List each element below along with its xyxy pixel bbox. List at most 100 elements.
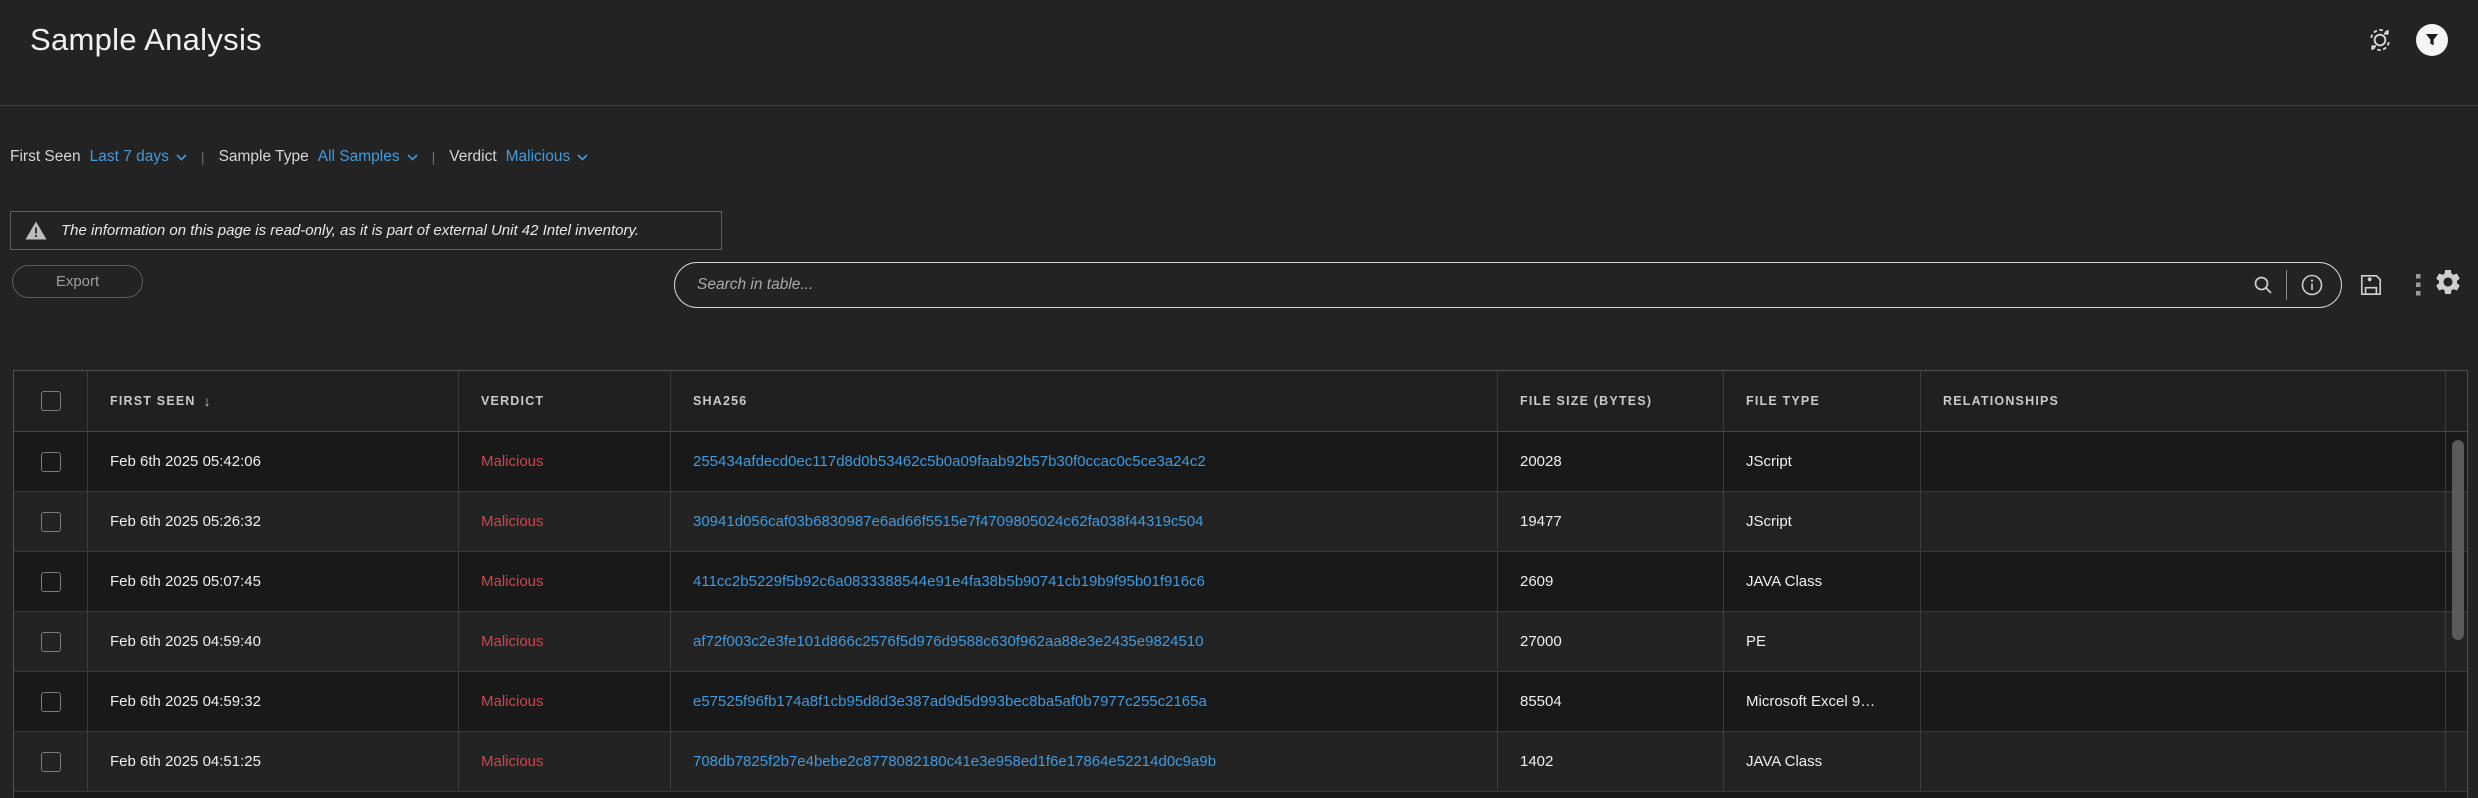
vertical-scrollbar-thumb[interactable] bbox=[2452, 440, 2464, 640]
cell-file-size: 1402 bbox=[1498, 732, 1724, 791]
read-only-notice: The information on this page is read-onl… bbox=[10, 211, 722, 250]
cell-verdict: Malicious bbox=[459, 492, 671, 551]
info-icon[interactable] bbox=[2299, 272, 2325, 298]
filter-label-sample-type: Sample Type bbox=[219, 148, 309, 166]
top-bar: Sample Analysis bbox=[0, 0, 2478, 106]
column-header-file-size[interactable]: File Size (Bytes) bbox=[1498, 371, 1724, 431]
chevron-down-icon bbox=[176, 154, 187, 161]
filter-label-first-seen: First Seen bbox=[10, 148, 81, 166]
cell-file-size: 27000 bbox=[1498, 612, 1724, 671]
table-row[interactable]: Feb 6th 2025 04:59:32 Malicious e57525f9… bbox=[14, 672, 2467, 732]
chevron-down-icon bbox=[407, 154, 418, 161]
kebab-menu-button[interactable] bbox=[2414, 272, 2422, 298]
search-input[interactable] bbox=[697, 276, 2252, 294]
funnel-icon bbox=[2425, 33, 2439, 47]
filter-avatar-button[interactable] bbox=[2416, 24, 2448, 56]
export-button[interactable]: Export bbox=[12, 265, 143, 298]
scrollbar-gutter-cell bbox=[2446, 732, 2469, 791]
cell-file-type: JScript bbox=[1746, 513, 1792, 530]
filter-label-verdict: Verdict bbox=[449, 148, 496, 166]
search-icon[interactable] bbox=[2252, 274, 2274, 296]
cell-verdict: Malicious bbox=[459, 432, 671, 491]
page-title: Sample Analysis bbox=[30, 22, 262, 58]
cell-file-size: 2609 bbox=[1498, 552, 1724, 611]
filter-separator: | bbox=[201, 149, 205, 165]
cell-relationships bbox=[1921, 492, 2446, 551]
partial-next-row bbox=[14, 792, 2467, 798]
cell-file-size: 20028 bbox=[1498, 432, 1724, 491]
cell-relationships bbox=[1921, 432, 2446, 491]
gear-icon bbox=[2433, 267, 2463, 297]
table-row[interactable]: Feb 6th 2025 05:42:06 Malicious 255434af… bbox=[14, 432, 2467, 492]
cell-verdict: Malicious bbox=[459, 732, 671, 791]
sha256-link[interactable]: 411cc2b5229f5b92c6a0833388544e91e4fa38b5… bbox=[693, 573, 1205, 590]
kebab-menu-icon bbox=[2414, 272, 2422, 298]
column-header-sha256[interactable]: SHA256 bbox=[671, 371, 1498, 431]
table-row[interactable]: Feb 6th 2025 05:26:32 Malicious 30941d05… bbox=[14, 492, 2467, 552]
table-settings-button[interactable] bbox=[2432, 266, 2464, 298]
cell-verdict: Malicious bbox=[459, 672, 671, 731]
cell-first-seen: Feb 6th 2025 05:07:45 bbox=[88, 552, 459, 611]
cell-relationships bbox=[1921, 552, 2446, 611]
row-checkbox[interactable] bbox=[41, 752, 61, 772]
cell-first-seen: Feb 6th 2025 05:42:06 bbox=[88, 432, 459, 491]
cell-relationships bbox=[1921, 732, 2446, 791]
samples-table: First Seen ↓ Verdict SHA256 File Size (B… bbox=[13, 370, 2468, 798]
column-header-verdict[interactable]: Verdict bbox=[459, 371, 671, 431]
sha256-link[interactable]: 255434afdecd0ec117d8d0b53462c5b0a09faab9… bbox=[693, 453, 1206, 470]
row-checkbox[interactable] bbox=[41, 512, 61, 532]
cell-relationships bbox=[1921, 672, 2446, 731]
sort-descending-icon: ↓ bbox=[204, 393, 211, 409]
filter-dropdown-verdict[interactable]: Malicious bbox=[506, 148, 589, 166]
chevron-down-icon bbox=[577, 154, 588, 161]
cell-first-seen: Feb 6th 2025 04:59:32 bbox=[88, 672, 459, 731]
table-row[interactable]: Feb 6th 2025 04:51:25 Malicious 708db782… bbox=[14, 732, 2467, 792]
sha256-link[interactable]: 30941d056caf03b6830987e6ad66f5515e7f4709… bbox=[693, 513, 1204, 530]
table-header-row: First Seen ↓ Verdict SHA256 File Size (B… bbox=[14, 371, 2467, 432]
cell-first-seen: Feb 6th 2025 04:51:25 bbox=[88, 732, 459, 791]
cell-file-type: JAVA Class bbox=[1746, 753, 1822, 770]
cell-file-size: 19477 bbox=[1498, 492, 1724, 551]
sync-button[interactable] bbox=[2366, 26, 2394, 54]
sample-analysis-page: Sample Analysis bbox=[0, 0, 2478, 798]
sha256-link[interactable]: 708db7825f2b7e4bebe2c8778082180c41e3e958… bbox=[693, 753, 1216, 770]
row-checkbox[interactable] bbox=[41, 452, 61, 472]
cell-file-size: 85504 bbox=[1498, 672, 1724, 731]
cell-verdict: Malicious bbox=[459, 552, 671, 611]
column-header-first-seen[interactable]: First Seen ↓ bbox=[88, 371, 459, 431]
scrollbar-gutter-cell bbox=[2446, 672, 2469, 731]
cell-file-type: Microsoft Excel 9… bbox=[1746, 693, 1875, 710]
row-checkbox[interactable] bbox=[41, 632, 61, 652]
save-icon bbox=[2358, 272, 2384, 298]
column-header-file-type[interactable]: File Type bbox=[1724, 371, 1921, 431]
filter-separator: | bbox=[432, 149, 436, 165]
table-row[interactable]: Feb 6th 2025 05:07:45 Malicious 411cc2b5… bbox=[14, 552, 2467, 612]
filter-bar: First Seen Last 7 days | Sample Type All… bbox=[0, 128, 2478, 186]
cell-file-type: JScript bbox=[1746, 453, 1792, 470]
row-checkbox[interactable] bbox=[41, 572, 61, 592]
table-body: Feb 6th 2025 05:42:06 Malicious 255434af… bbox=[14, 432, 2467, 792]
scrollbar-gutter-header bbox=[2446, 371, 2469, 431]
cell-file-type: JAVA Class bbox=[1746, 573, 1822, 590]
sha256-link[interactable]: e57525f96fb174a8f1cb95d8d3e387ad9d5d993b… bbox=[693, 693, 1207, 710]
row-checkbox[interactable] bbox=[41, 692, 61, 712]
filter-dropdown-sample-type[interactable]: All Samples bbox=[318, 148, 418, 166]
cell-file-type: PE bbox=[1746, 633, 1766, 650]
filters: First Seen Last 7 days | Sample Type All… bbox=[10, 128, 588, 186]
table-search-box bbox=[674, 262, 2342, 308]
select-all-checkbox[interactable] bbox=[41, 391, 61, 411]
sha256-link[interactable]: af72f003c2e3fe101d866c2576f5d976d9588c63… bbox=[693, 633, 1204, 650]
table-row[interactable]: Feb 6th 2025 04:59:40 Malicious af72f003… bbox=[14, 612, 2467, 672]
cell-relationships bbox=[1921, 612, 2446, 671]
cell-first-seen: Feb 6th 2025 04:59:40 bbox=[88, 612, 459, 671]
cell-verdict: Malicious bbox=[459, 612, 671, 671]
save-view-button[interactable] bbox=[2358, 272, 2384, 298]
topbar-icons bbox=[2366, 24, 2448, 56]
pill-divider bbox=[2286, 270, 2287, 300]
warning-triangle-icon bbox=[25, 221, 47, 240]
notice-text: The information on this page is read-onl… bbox=[61, 222, 639, 239]
column-header-relationships[interactable]: Relationships bbox=[1921, 371, 2446, 431]
sync-icon bbox=[2366, 26, 2394, 54]
toolbar-icons bbox=[2358, 262, 2422, 308]
filter-dropdown-first-seen[interactable]: Last 7 days bbox=[90, 148, 187, 166]
